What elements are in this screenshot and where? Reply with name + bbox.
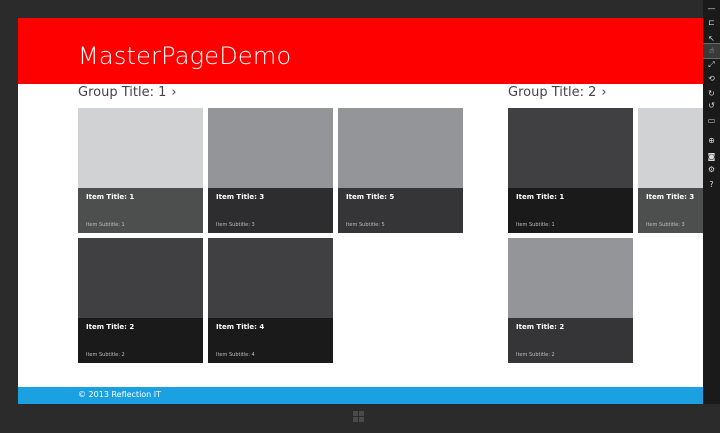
app-footer: © 2013 Reflection IT [18, 387, 703, 404]
item-title: Item Title: 4 [216, 323, 265, 331]
item-tile[interactable]: Item Title: 4 Item Subtitle: 4 [208, 238, 333, 363]
item-title: Item Title: 3 [216, 193, 265, 201]
simulator-frame: — ⊏ ↖ ☝ ⤢ ⟲ ↻ ↺ ▭ ⊕ ◙ ⚙? MasterPageDemo Group Title… [0, 0, 720, 433]
item-title: Item Title: 3 [646, 193, 695, 201]
help-icon[interactable]: ? [703, 178, 720, 192]
group-title-2: Group Title: 2 [508, 85, 597, 100]
chevron-right-icon: › [171, 85, 177, 100]
item-tile[interactable]: Item Title: 2 Item Subtitle: 2 [508, 238, 633, 363]
chevron-right-icon: › [601, 85, 607, 100]
item-title: Item Title: 2 [516, 323, 565, 331]
item-title: Item Title: 2 [86, 323, 135, 331]
item-caption: Item Title: 1 Item Subtitle: 1 [508, 188, 633, 233]
item-tile[interactable]: Item Title: 1 Item Subtitle: 1 [78, 108, 203, 233]
item-subtitle: Item Subtitle: 5 [346, 222, 385, 228]
app-screen: MasterPageDemo Group Title: 1 › Group Tit… [18, 18, 703, 404]
rotate-counterclockwise-icon[interactable]: ↺ [703, 99, 720, 113]
item-subtitle: Item Subtitle: 3 [216, 222, 255, 228]
item-caption: Item Title: 4 Item Subtitle: 4 [208, 318, 333, 363]
item-subtitle: Item Subtitle: 2 [86, 352, 125, 358]
item-caption: Item Title: 2 Item Subtitle: 2 [78, 318, 203, 363]
settings-icon[interactable]: ⚙ [703, 163, 720, 177]
item-image [508, 238, 633, 318]
left-bezel [0, 18, 18, 404]
touch-mode-icon[interactable]: ☝ [702, 43, 720, 59]
rotate-touch-icon[interactable]: ⟲ [703, 72, 720, 86]
item-caption: Item Title: 3 Item Subtitle: 3 [208, 188, 333, 233]
item-tile[interactable]: Item Title: 3 Item Subtitle: 3 [638, 108, 703, 233]
item-title: Item Title: 5 [346, 193, 395, 201]
item-image [508, 108, 633, 188]
group-header-2[interactable]: Group Title: 2 › [508, 85, 607, 100]
pinch-zoom-icon[interactable]: ⤢ [703, 58, 720, 72]
item-subtitle: Item Subtitle: 4 [216, 352, 255, 358]
item-caption: Item Title: 2 Item Subtitle: 2 [508, 318, 633, 363]
item-image [208, 108, 333, 188]
screenshot-icon[interactable]: ◙ [703, 150, 720, 164]
item-subtitle: Item Subtitle: 3 [646, 222, 685, 228]
item-image [208, 238, 333, 318]
item-subtitle: Item Subtitle: 1 [86, 222, 125, 228]
item-caption: Item Title: 3 Item Subtitle: 3 [638, 188, 703, 233]
item-caption: Item Title: 1 Item Subtitle: 1 [78, 188, 203, 233]
top-bezel [0, 0, 703, 18]
item-image [78, 238, 203, 318]
item-caption: Item Title: 5 Item Subtitle: 5 [338, 188, 463, 233]
app-header: MasterPageDemo [18, 18, 703, 84]
item-subtitle: Item Subtitle: 2 [516, 352, 555, 358]
group-title-1: Group Title: 1 [78, 85, 167, 100]
item-image [78, 108, 203, 188]
app-title: MasterPageDemo [78, 42, 292, 70]
group-header-1[interactable]: Group Title: 1 › [78, 85, 177, 100]
footer-copyright: © 2013 Reflection IT [78, 390, 162, 399]
item-title: Item Title: 1 [516, 193, 565, 201]
change-resolution-icon[interactable]: ▭ [703, 114, 720, 128]
item-tile[interactable]: Item Title: 2 Item Subtitle: 2 [78, 238, 203, 363]
item-image [638, 108, 703, 188]
item-subtitle: Item Subtitle: 1 [516, 222, 555, 228]
item-tile[interactable]: Item Title: 5 Item Subtitle: 5 [338, 108, 463, 233]
set-location-icon[interactable]: ⊕ [703, 134, 720, 148]
minimize-icon[interactable]: — [703, 2, 720, 16]
item-image [338, 108, 463, 188]
simulator-toolbar: — ⊏ ↖ ☝ ⤢ ⟲ ↻ ↺ ▭ ⊕ ◙ ⚙? [702, 0, 720, 404]
windows-logo-icon[interactable] [353, 411, 365, 423]
pin-icon[interactable]: ⊏ [703, 16, 720, 30]
item-tile[interactable]: Item Title: 1 Item Subtitle: 1 [508, 108, 633, 233]
item-tile[interactable]: Item Title: 3 Item Subtitle: 3 [208, 108, 333, 233]
item-title: Item Title: 1 [86, 193, 135, 201]
